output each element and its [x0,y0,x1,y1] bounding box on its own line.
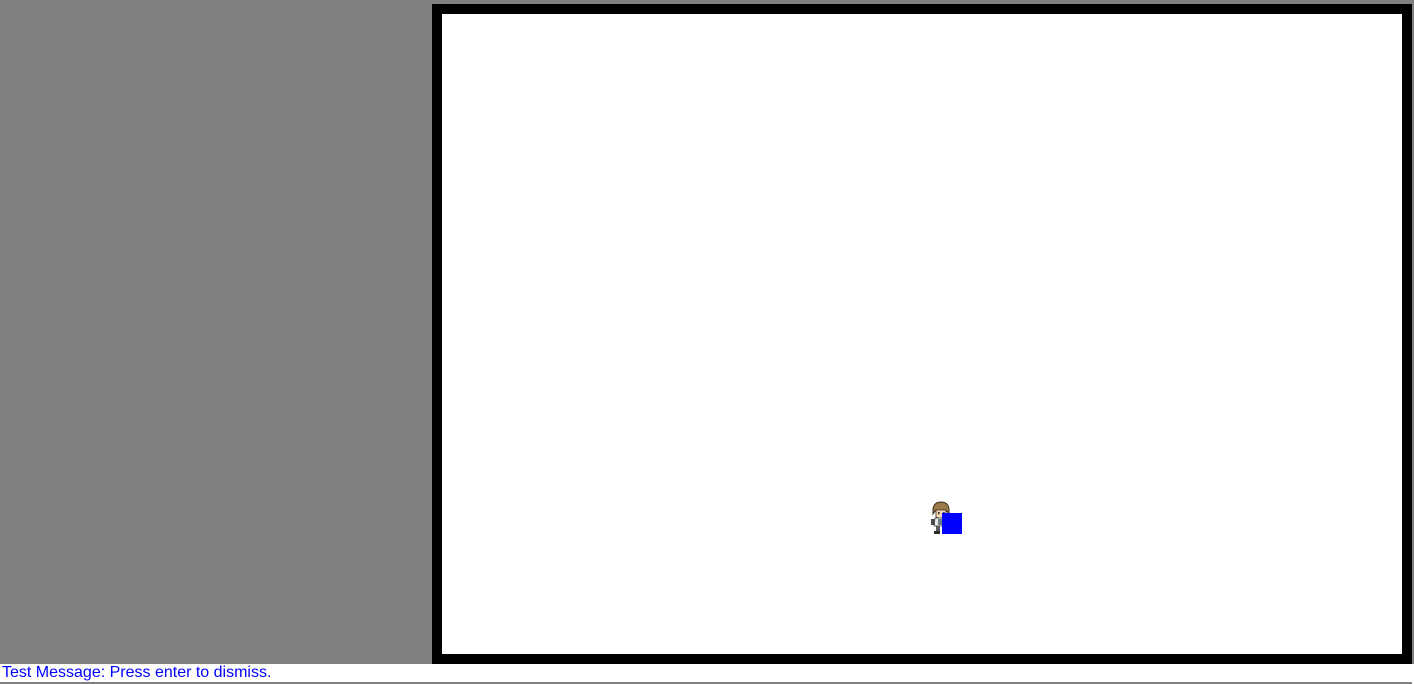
game-canvas[interactable] [442,14,1402,654]
blue-marker [942,513,962,534]
message-text: Test Message: Press enter to dismiss. [2,664,272,681]
message-bar[interactable]: Test Message: Press enter to dismiss. [0,664,1412,684]
game-frame [432,4,1412,664]
